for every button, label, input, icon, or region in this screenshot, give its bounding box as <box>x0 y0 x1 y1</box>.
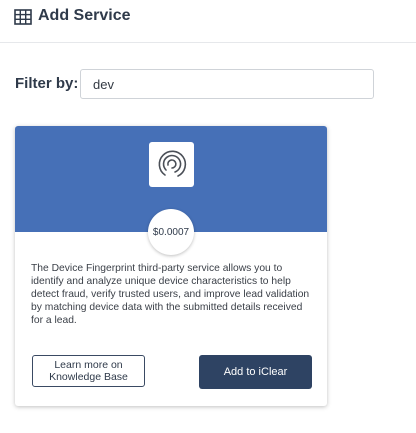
learn-more-button[interactable]: Learn more on Knowledge Base <box>32 355 145 387</box>
page-title: Add Service <box>38 7 131 24</box>
service-card: $0.0007 The Device Fingerprint third-par… <box>15 126 327 406</box>
page-header: Add Service <box>0 0 416 43</box>
service-description: The Device Fingerprint third-party servi… <box>31 263 310 326</box>
add-to-iclear-button[interactable]: Add to iClear <box>199 355 312 389</box>
filter-input[interactable] <box>80 69 374 99</box>
service-logo <box>149 142 194 187</box>
device-fingerprint-logo-icon <box>158 150 187 177</box>
filter-label: Filter by: <box>15 75 79 92</box>
price-badge: $0.0007 <box>148 209 194 255</box>
table-grid-icon <box>14 9 32 25</box>
